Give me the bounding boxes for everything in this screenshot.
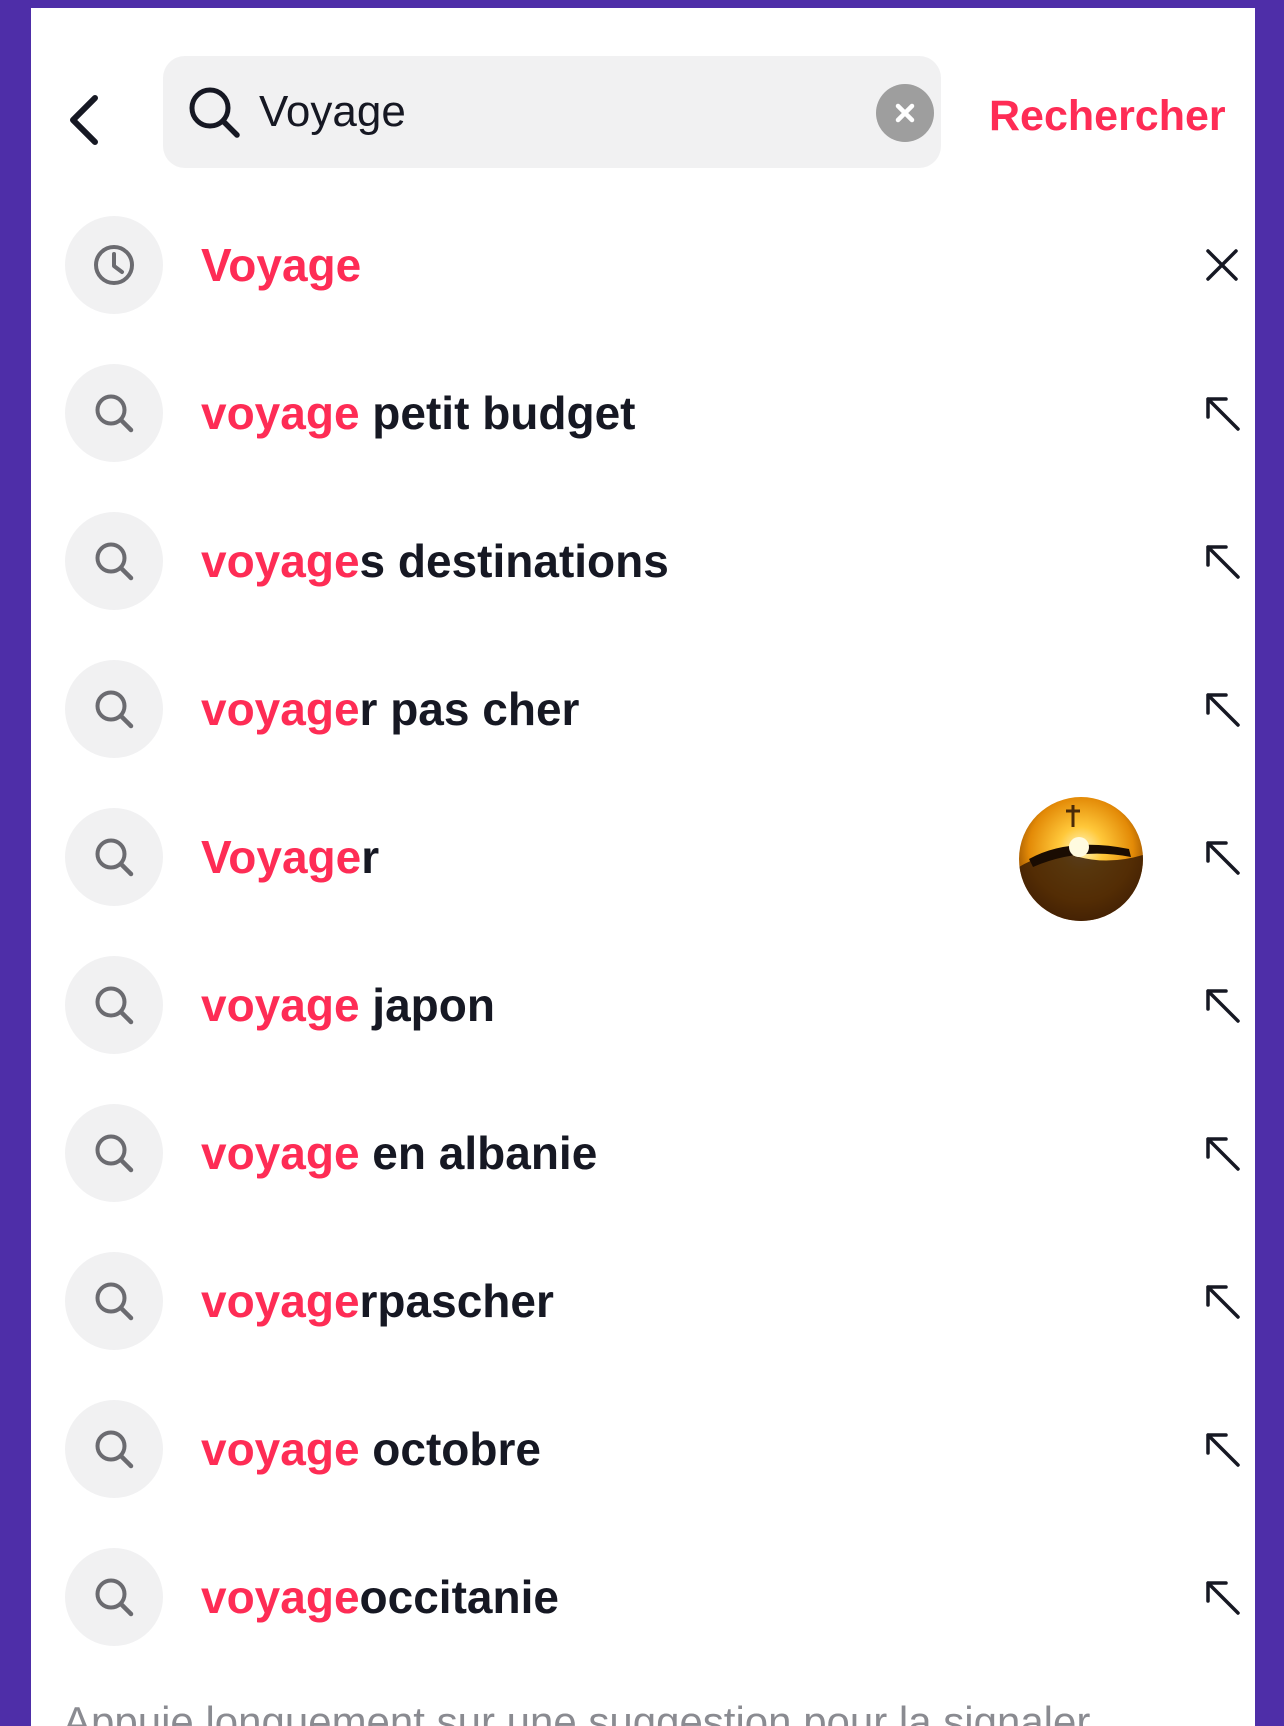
suggestion-highlight: voyage <box>201 979 360 1031</box>
suggestion-text: voyages destinations <box>201 531 669 591</box>
suggestion-highlight: voyage <box>201 1423 360 1475</box>
search-icon <box>189 87 240 138</box>
arrow-up-left-icon <box>1202 837 1242 877</box>
suggestion-rest: petit budget <box>359 387 636 439</box>
remove-history-button[interactable] <box>1195 238 1249 292</box>
suggestion-item[interactable]: voyager pas cher <box>31 635 1255 783</box>
search-icon <box>91 538 137 584</box>
suggestion-rest: octobre <box>359 1423 541 1475</box>
chevron-left-icon <box>70 95 98 145</box>
suggestion-text: voyager pas cher <box>201 679 579 739</box>
clock-badge <box>65 216 163 314</box>
suggestion-highlight: voyage <box>201 535 360 587</box>
suggestion-text: voyage japon <box>201 975 495 1035</box>
suggestion-item[interactable]: voyageoccitanie <box>31 1523 1255 1671</box>
suggestion-item[interactable]: voyagerpascher <box>31 1227 1255 1375</box>
search-badge <box>65 1400 163 1498</box>
suggestion-text: voyage octobre <box>201 1419 541 1479</box>
search-badge <box>65 1252 163 1350</box>
fill-suggestion-button[interactable] <box>1195 1422 1249 1476</box>
suggestion-highlight: Voyage <box>201 239 362 291</box>
suggestion-rest: s destinations <box>359 535 669 587</box>
suggestion-highlight: voyage <box>201 1571 360 1623</box>
suggestion-text: Voyage <box>201 235 361 295</box>
search-badge <box>65 808 163 906</box>
suggestion-item[interactable]: Voyager <box>31 783 1255 931</box>
suggestion-item[interactable]: voyage octobre <box>31 1375 1255 1523</box>
arrow-up-left-icon <box>1202 1429 1242 1469</box>
suggestion-highlight: voyage <box>201 683 360 735</box>
clear-circle-icon <box>895 103 915 123</box>
fill-suggestion-button[interactable] <box>1195 1570 1249 1624</box>
search-badge <box>65 1104 163 1202</box>
search-icon <box>91 982 137 1028</box>
search-submit-button[interactable]: Rechercher <box>989 86 1226 146</box>
search-icon <box>91 1130 137 1176</box>
fill-suggestion-button[interactable] <box>1195 1126 1249 1180</box>
suggestion-rest: en albanie <box>359 1127 598 1179</box>
arrow-up-left-icon <box>1202 1281 1242 1321</box>
suggestion-text: voyagerpascher <box>201 1271 554 1331</box>
suggestion-text: voyageoccitanie <box>201 1567 559 1627</box>
suggestion-item[interactable]: voyage petit budget <box>31 339 1255 487</box>
suggestion-rest: rpascher <box>359 1275 554 1327</box>
search-badge <box>65 660 163 758</box>
arrow-up-left-icon <box>1202 541 1242 581</box>
suggestion-text: Voyager <box>201 827 379 887</box>
suggestion-text: voyage en albanie <box>201 1123 597 1183</box>
close-icon <box>1203 246 1241 284</box>
suggestion-item[interactable]: voyage japon <box>31 931 1255 1079</box>
search-badge <box>65 1548 163 1646</box>
suggestion-item[interactable]: voyage en albanie <box>31 1079 1255 1227</box>
history-item[interactable]: Voyage <box>31 191 1255 339</box>
suggestion-rest: r pas cher <box>359 683 580 735</box>
arrow-up-left-icon <box>1202 985 1242 1025</box>
footer-hint: Appuie longuement sur une suggestion pou… <box>63 1698 1091 1726</box>
arrow-up-left-icon <box>1202 1577 1242 1617</box>
fill-suggestion-button[interactable] <box>1195 682 1249 736</box>
search-icon <box>91 1426 137 1472</box>
arrow-up-left-icon <box>1202 393 1242 433</box>
search-badge <box>65 512 163 610</box>
arrow-up-left-icon <box>1202 689 1242 729</box>
search-badge <box>65 364 163 462</box>
fill-suggestion-button[interactable] <box>1195 830 1249 884</box>
suggestion-rest: r <box>361 831 380 883</box>
search-icon <box>91 390 137 436</box>
search-icon <box>91 686 137 732</box>
back-button[interactable] <box>55 80 115 160</box>
suggestion-rest: japon <box>359 979 495 1031</box>
clock-icon <box>91 242 137 288</box>
search-icon <box>91 1278 137 1324</box>
suggestion-highlight: voyage <box>201 387 360 439</box>
search-screen: Rechercher Voyagevoyage petit budgetvoya… <box>31 8 1255 1726</box>
fill-suggestion-button[interactable] <box>1195 534 1249 588</box>
suggestion-text: voyage petit budget <box>201 383 636 443</box>
suggestion-highlight: voyage <box>201 1275 360 1327</box>
search-icon <box>91 834 137 880</box>
search-bar[interactable] <box>163 56 941 168</box>
suggestion-list: Voyage voyage petit budget voyages destina… <box>31 191 1255 1671</box>
search-icon <box>91 1574 137 1620</box>
suggestion-highlight: Voyage <box>201 831 362 883</box>
fill-suggestion-button[interactable] <box>1195 1274 1249 1328</box>
suggestion-rest: occitanie <box>359 1571 559 1623</box>
search-input[interactable] <box>259 78 659 146</box>
clear-search-button[interactable] <box>876 84 934 142</box>
fill-suggestion-button[interactable] <box>1195 386 1249 440</box>
arrow-up-left-icon <box>1202 1133 1242 1173</box>
search-badge <box>65 956 163 1054</box>
suggestion-item[interactable]: voyages destinations <box>31 487 1255 635</box>
sunset-thumbnail <box>1019 797 1143 921</box>
fill-suggestion-button[interactable] <box>1195 978 1249 1032</box>
suggestion-highlight: voyage <box>201 1127 360 1179</box>
